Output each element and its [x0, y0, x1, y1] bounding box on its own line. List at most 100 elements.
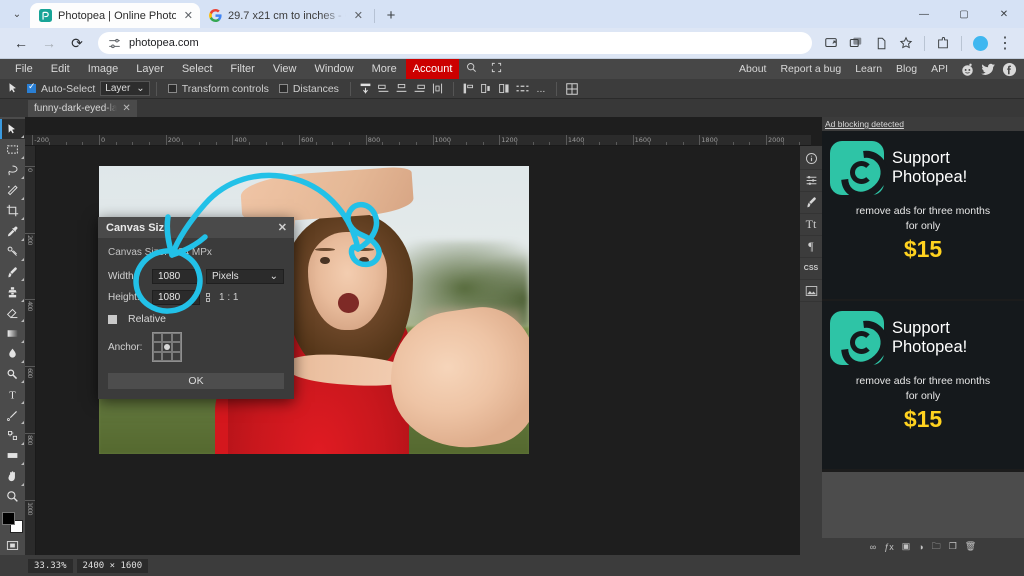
tune-icon[interactable]: [108, 37, 121, 50]
close-icon[interactable]: ✕: [122, 103, 130, 114]
shape-tool-icon[interactable]: [0, 425, 25, 445]
tab-search-icon[interactable]: [845, 32, 867, 54]
image-icon[interactable]: [800, 280, 822, 302]
distribute-h-icon[interactable]: [514, 81, 532, 97]
anchor-cell[interactable]: [171, 333, 181, 343]
auto-select-checkbox[interactable]: [27, 81, 36, 93]
layer-mask-icon[interactable]: ▣: [902, 541, 911, 552]
anchor-grid[interactable]: [152, 332, 182, 362]
new-layer-icon[interactable]: ❐: [949, 541, 957, 552]
chain-link-icon[interactable]: [206, 293, 210, 302]
extensions-icon[interactable]: [932, 32, 954, 54]
forward-button[interactable]: →: [36, 30, 62, 56]
marquee-tool-icon[interactable]: [0, 139, 25, 159]
address-bar[interactable]: photopea.com: [98, 32, 812, 54]
layer-style-icon[interactable]: ƒx: [884, 542, 894, 552]
cast-icon[interactable]: [820, 32, 842, 54]
link-api[interactable]: API: [924, 59, 955, 79]
minimize-button[interactable]: —: [904, 0, 944, 28]
close-window-button[interactable]: ✕: [984, 0, 1024, 28]
gradient-tool-icon[interactable]: [0, 323, 25, 343]
clone-stamp-icon[interactable]: [0, 282, 25, 302]
anchor-cell[interactable]: [171, 351, 181, 361]
relative-row[interactable]: Relative: [108, 313, 284, 325]
page-icon[interactable]: [870, 32, 892, 54]
align-top-icon[interactable]: [357, 81, 375, 97]
crop-tool-icon[interactable]: [0, 201, 25, 221]
anchor-cell[interactable]: [171, 342, 181, 352]
zoom-tool-icon[interactable]: [0, 487, 25, 507]
adjustments-icon[interactable]: [800, 170, 822, 192]
anchor-cell[interactable]: [153, 333, 163, 343]
menu-account[interactable]: Account: [405, 59, 460, 79]
transform-controls-option[interactable]: Transform controls: [163, 83, 274, 95]
canvas-size-dialog[interactable]: Canvas Size ✕ Canvas Size: 3.84 MPx Widt…: [98, 217, 294, 399]
healing-brush-icon[interactable]: [0, 242, 25, 262]
eyedropper-icon[interactable]: [0, 221, 25, 241]
browser-tab-photopea[interactable]: Photopea | Online Photo Editor ✕: [30, 3, 200, 28]
move-tool-icon[interactable]: [4, 81, 22, 97]
dodge-tool-icon[interactable]: [0, 364, 25, 384]
brush-presets-icon[interactable]: [800, 192, 822, 214]
type-tool-icon[interactable]: T: [0, 384, 25, 404]
eraser-tool-icon[interactable]: [0, 303, 25, 323]
quick-mask-icon[interactable]: [0, 535, 25, 555]
height-input[interactable]: 1080: [152, 290, 200, 305]
distances-option[interactable]: Distances: [274, 83, 344, 95]
layer-scope-select[interactable]: Layer ⌄: [100, 81, 150, 96]
anchor-cell[interactable]: [153, 342, 163, 352]
rectangle-tool-icon[interactable]: [0, 446, 25, 466]
link-about[interactable]: About: [732, 59, 773, 79]
css-icon[interactable]: CSS: [800, 258, 822, 280]
menu-window[interactable]: Window: [306, 59, 363, 79]
align-left-icon[interactable]: [460, 81, 478, 97]
link-learn[interactable]: Learn: [848, 59, 889, 79]
fullscreen-icon[interactable]: [484, 62, 509, 76]
distribute-v-icon[interactable]: [411, 81, 429, 97]
bookmark-star-icon[interactable]: [895, 32, 917, 54]
menu-filter[interactable]: Filter: [221, 59, 263, 79]
adjustment-layer-icon[interactable]: ◑: [918, 542, 923, 552]
twitter-icon[interactable]: [980, 61, 997, 78]
reddit-icon[interactable]: [959, 61, 976, 78]
move-tool-icon[interactable]: [0, 119, 25, 140]
link-blog[interactable]: Blog: [889, 59, 924, 79]
width-input[interactable]: 1080: [152, 269, 200, 284]
document-tab[interactable]: funny-dark-eyed-la ✕: [28, 100, 137, 117]
relative-checkbox[interactable]: [108, 314, 117, 324]
menu-edit[interactable]: Edit: [42, 59, 79, 79]
pen-tool-icon[interactable]: [0, 405, 25, 425]
auto-select-option[interactable]: Auto-Select: [22, 81, 100, 95]
reload-button[interactable]: ⟳: [64, 30, 90, 56]
info-icon[interactable]: [800, 148, 822, 170]
facebook-icon[interactable]: [1001, 61, 1018, 78]
browser-tab-google[interactable]: 29.7 x21 cm to inches - Google ✕: [200, 3, 370, 28]
lasso-tool-icon[interactable]: [0, 160, 25, 180]
anchor-cell-center[interactable]: [162, 342, 172, 352]
anchor-cell[interactable]: [162, 333, 172, 343]
brush-tool-icon[interactable]: [0, 262, 25, 282]
ad-card-2[interactable]: Support Photopea! remove ads for three m…: [822, 301, 1024, 469]
magic-wand-icon[interactable]: [0, 180, 25, 200]
options-more-button[interactable]: ...: [532, 81, 550, 97]
units-select[interactable]: Pixels ⌄: [206, 269, 284, 284]
anchor-cell[interactable]: [153, 351, 163, 361]
color-swatches[interactable]: [0, 510, 25, 535]
close-icon[interactable]: ✕: [182, 9, 193, 22]
ad-card-1[interactable]: Support Photopea! remove ads for three m…: [822, 131, 1024, 299]
menu-layer[interactable]: Layer: [127, 59, 173, 79]
grid-icon[interactable]: [563, 81, 581, 97]
align-hcenter-icon[interactable]: [478, 81, 496, 97]
menu-select[interactable]: Select: [173, 59, 222, 79]
close-icon[interactable]: ✕: [352, 9, 363, 22]
transform-controls-checkbox[interactable]: [167, 84, 177, 93]
align-right-icon[interactable]: [496, 81, 514, 97]
tab-list-chevron-icon[interactable]: ⌄: [4, 0, 30, 28]
ok-button[interactable]: OK: [108, 373, 284, 389]
align-bottom-icon[interactable]: [393, 81, 411, 97]
zoom-level[interactable]: 33.33%: [28, 558, 73, 573]
new-tab-button[interactable]: +: [379, 3, 403, 27]
delete-layer-icon[interactable]: 🗑: [965, 541, 976, 552]
menu-file[interactable]: File: [6, 59, 42, 79]
new-group-icon[interactable]: 🗀: [932, 539, 941, 555]
